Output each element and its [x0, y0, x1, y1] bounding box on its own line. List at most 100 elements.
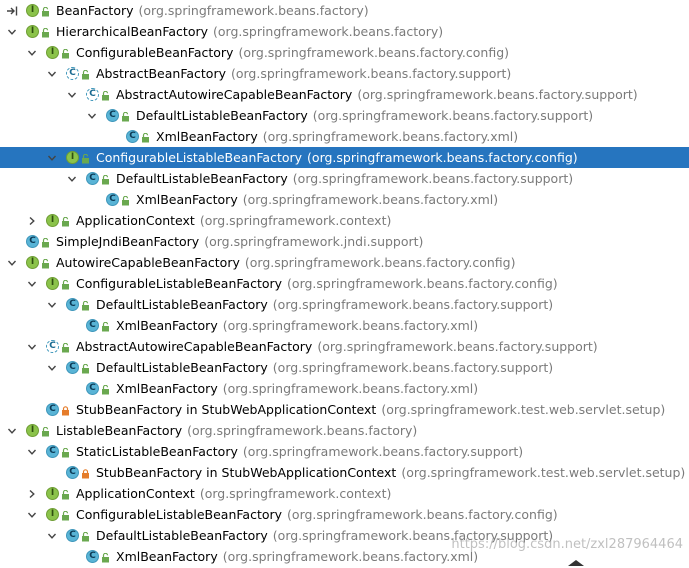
package-name: (org.springframework.beans.factory.confi…	[238, 45, 510, 60]
package-name: (org.springframework.beans.factory.xml)	[222, 381, 479, 396]
chevron-down-icon[interactable]	[6, 21, 18, 42]
tree-row[interactable]: I HierarchicalBeanFactory (org.springframe…	[0, 21, 689, 42]
class-name: ConfigurableListableBeanFactory	[76, 276, 283, 291]
class-name: DefaultListableBeanFactory	[136, 108, 308, 123]
tree-row[interactable]: I ApplicationContext (org.springframework.…	[0, 483, 689, 504]
chevron-down-icon[interactable]	[46, 357, 58, 378]
unlock-icon	[100, 382, 110, 395]
class-icon: C	[106, 193, 119, 206]
tree-row[interactable]: C StubBeanFactory in StubWebApplicationCo…	[0, 462, 689, 483]
class-name: BeanFactory	[56, 3, 134, 18]
tree-row[interactable]: C AbstractAutowireCapableBeanFactory (org.…	[0, 84, 689, 105]
tree-row[interactable]: C AbstractBeanFactory (org.springframework…	[0, 63, 689, 84]
chevron-down-icon[interactable]	[6, 252, 18, 273]
tree-row[interactable]: C DefaultListableBeanFactory (org.springfr…	[0, 105, 689, 126]
package-name: (org.springframework.test.web.servlet.se…	[381, 402, 666, 417]
unlock-icon	[40, 256, 50, 269]
tree-row[interactable]: C AbstractAutowireCapableBeanFactory (org.…	[0, 336, 689, 357]
package-name: (org.springframework.beans.factory.confi…	[244, 255, 516, 270]
chevron-down-icon[interactable]	[86, 105, 98, 126]
chevron-right-icon[interactable]	[26, 483, 38, 504]
chevron-down-icon[interactable]	[26, 504, 38, 525]
package-name: (org.springframework.context)	[199, 213, 392, 228]
chevron-down-icon[interactable]	[46, 147, 58, 168]
package-name: (org.springframework.beans.factory.suppo…	[317, 339, 598, 354]
tree-row[interactable]: C DefaultListableBeanFactory (org.springfr…	[0, 168, 689, 189]
package-name: (org.springframework.beans.factory.suppo…	[242, 444, 524, 459]
tree-row[interactable]: I ConfigurableBeanFactory (org.springframe…	[0, 42, 689, 63]
class-name: ApplicationContext	[76, 486, 195, 501]
interface-icon: I	[26, 424, 39, 437]
tree-row[interactable]: I ConfigurableListableBeanFactory (org.spr…	[0, 273, 689, 294]
tree-row[interactable]: I ConfigurableListableBeanFactory (org.spr…	[0, 504, 689, 525]
tree-row[interactable]: C XmlBeanFactory (org.springframework.bean…	[0, 378, 689, 399]
chevron-down-icon[interactable]	[46, 63, 58, 84]
chevron-down-icon[interactable]	[6, 420, 18, 441]
tree-row[interactable]: C StaticListableBeanFactory (org.springfra…	[0, 441, 689, 462]
unlock-icon	[40, 25, 50, 38]
class-name: StubBeanFactory in StubWebApplicationCon…	[96, 465, 397, 480]
unlock-icon	[100, 88, 110, 101]
unlock-icon	[140, 130, 150, 143]
chevron-down-icon[interactable]	[46, 525, 58, 546]
tree-row[interactable]: C XmlBeanFactory (org.springframework.bean…	[0, 315, 689, 336]
class-name: ConfigurableListableBeanFactory	[96, 150, 303, 165]
unlock-icon	[120, 193, 130, 206]
tree-row[interactable]: I ApplicationContext (org.springframework.…	[0, 210, 689, 231]
chevron-down-icon[interactable]	[66, 168, 78, 189]
unlock-icon	[60, 445, 70, 458]
package-name: (org.springframework.beans.factory.suppo…	[272, 360, 554, 375]
unlock-icon	[100, 172, 110, 185]
class-icon: C	[26, 235, 39, 248]
class-name: DefaultListableBeanFactory	[96, 360, 268, 375]
class-name: AutowireCapableBeanFactory	[56, 255, 240, 270]
chevron-right-icon[interactable]	[26, 210, 38, 231]
tree-row[interactable]: I ListableBeanFactory (org.springframework…	[0, 420, 689, 441]
class-name: ConfigurableBeanFactory	[76, 45, 234, 60]
unlock-icon	[100, 550, 110, 563]
class-name: DefaultListableBeanFactory	[96, 297, 268, 312]
abstract-class-icon: C	[86, 88, 99, 101]
tree-row[interactable]: C DefaultListableBeanFactory (org.springfr…	[0, 357, 689, 378]
package-name: (org.springframework.beans.factory.xml)	[222, 549, 479, 564]
unlock-icon	[60, 214, 70, 227]
tree-row-selected[interactable]: I ConfigurableListableBeanFactory (org.spr…	[0, 147, 689, 168]
tree-row[interactable]: C XmlBeanFactory (org.springframework.bean…	[0, 126, 689, 147]
tree-row[interactable]: C SimpleJndiBeanFactory (org.springframewo…	[0, 231, 689, 252]
tree-row[interactable]: C XmlBeanFactory (org.springframework.bean…	[0, 189, 689, 210]
package-name: (org.springframework.beans.factory.confi…	[287, 276, 558, 291]
collapse-to-top-icon[interactable]	[6, 0, 18, 21]
package-name: (org.springframework.beans.factory)	[138, 3, 369, 18]
lock-icon	[60, 403, 70, 416]
abstract-class-icon: C	[66, 67, 79, 80]
mouse-cursor-icon	[568, 560, 584, 566]
unlock-icon	[80, 529, 90, 542]
chevron-down-icon[interactable]	[26, 273, 38, 294]
chevron-down-icon[interactable]	[26, 336, 38, 357]
tree-row[interactable]: C StubBeanFactory in StubWebApplicationCo…	[0, 399, 689, 420]
class-name: StubBeanFactory in StubWebApplicationCon…	[76, 402, 377, 417]
unlock-icon	[40, 4, 50, 17]
class-name: HierarchicalBeanFactory	[56, 24, 209, 39]
lock-icon	[80, 466, 90, 479]
type-hierarchy-tree[interactable]: I BeanFactory (org.springframework.beans.f…	[0, 0, 689, 566]
unlock-icon	[80, 151, 90, 164]
chevron-down-icon[interactable]	[66, 84, 78, 105]
package-name: (org.springframework.beans.factory.suppo…	[272, 297, 554, 312]
unlock-icon	[80, 361, 90, 374]
tree-row[interactable]: C DefaultListableBeanFactory (org.springfr…	[0, 294, 689, 315]
package-name: (org.springframework.beans.factory)	[187, 423, 418, 438]
package-name: (org.springframework.test.web.servlet.se…	[401, 465, 686, 480]
chevron-down-icon[interactable]	[26, 441, 38, 462]
chevron-down-icon[interactable]	[26, 42, 38, 63]
chevron-down-icon[interactable]	[46, 294, 58, 315]
unlock-icon	[80, 298, 90, 311]
package-name: (org.springframework.beans.factory.xml)	[242, 192, 499, 207]
package-name: (org.springframework.beans.factory)	[213, 24, 444, 39]
tree-row[interactable]: I AutowireCapableBeanFactory (org.springfr…	[0, 252, 689, 273]
interface-icon: I	[66, 151, 79, 164]
tree-row[interactable]: I BeanFactory (org.springframework.beans.f…	[0, 0, 689, 21]
interface-icon: I	[26, 25, 39, 38]
interface-icon: I	[26, 256, 39, 269]
package-name: (org.springframework.beans.factory.confi…	[287, 507, 558, 522]
